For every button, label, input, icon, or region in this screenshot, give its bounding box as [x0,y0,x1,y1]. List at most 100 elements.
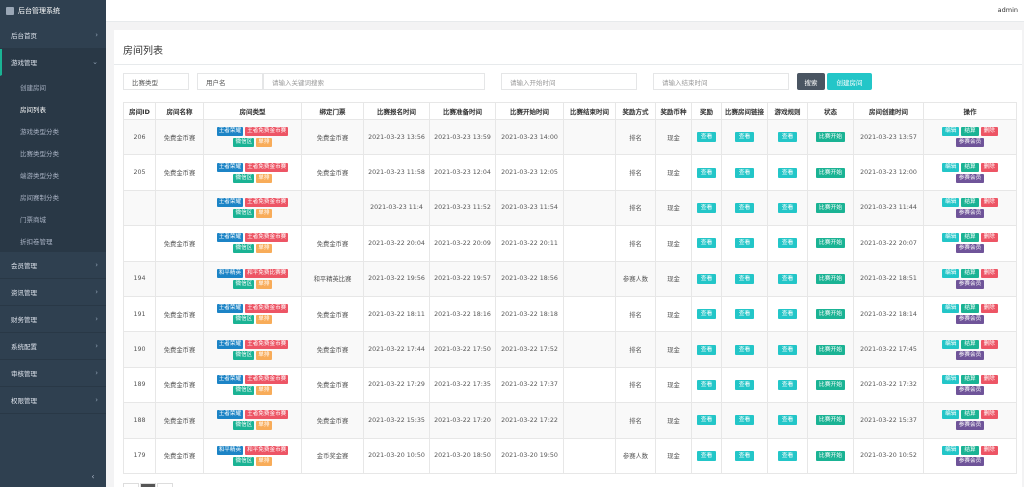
pagination-prev[interactable] [123,483,139,487]
edit-button[interactable]: 编辑 [942,374,960,384]
settle-button[interactable]: 结算 [961,410,979,420]
edit-button[interactable]: 编辑 [942,445,960,455]
delete-button[interactable]: 删除 [980,374,998,384]
view-room-link-button[interactable]: 查看 [734,379,755,390]
members-button[interactable]: 参赛会员 [955,279,985,289]
keyword-input[interactable]: 请输入关键词搜索 [263,73,485,90]
settle-button[interactable]: 结算 [961,339,979,349]
settle-button[interactable]: 结算 [961,233,979,243]
submenu-pc-game-type[interactable]: 端游类型分类 [0,164,106,186]
view-reward-button[interactable]: 查看 [696,132,717,143]
members-button[interactable]: 参赛会员 [955,350,985,360]
view-room-link-button[interactable]: 查看 [734,309,755,320]
status-badge[interactable]: 比赛开始 [815,132,846,143]
collapse-sidebar-icon[interactable]: ‹ [86,469,100,483]
sidebar-item-members[interactable]: 会员管理 › [0,252,106,279]
edit-button[interactable]: 编辑 [942,339,960,349]
submenu-ticket-store[interactable]: 门票商城 [0,208,106,230]
members-button[interactable]: 参赛会员 [955,456,985,466]
view-reward-button[interactable]: 查看 [696,273,717,284]
members-button[interactable]: 参赛会员 [955,138,985,148]
delete-button[interactable]: 删除 [980,162,998,172]
sidebar-item-game-management[interactable]: 游戏管理 ⌄ [0,49,106,76]
status-badge[interactable]: 比赛开始 [815,273,846,284]
view-room-link-button[interactable]: 查看 [734,450,755,461]
edit-button[interactable]: 编辑 [942,197,960,207]
view-room-link-button[interactable]: 查看 [734,202,755,213]
settle-button[interactable]: 结算 [961,374,979,384]
view-rules-button[interactable]: 查看 [777,344,798,355]
edit-button[interactable]: 编辑 [942,127,960,137]
status-badge[interactable]: 比赛开始 [815,450,846,461]
sidebar-item-news[interactable]: 资讯管理 › [0,279,106,306]
view-rules-button[interactable]: 查看 [777,450,798,461]
view-reward-button[interactable]: 查看 [696,309,717,320]
delete-button[interactable]: 删除 [980,268,998,278]
members-button[interactable]: 参赛会员 [955,421,985,431]
sidebar-item-finance[interactable]: 财务管理 › [0,306,106,333]
delete-button[interactable]: 删除 [980,304,998,314]
members-button[interactable]: 参赛会员 [955,385,985,395]
sidebar-item-home[interactable]: 后台首页 › [0,22,106,49]
view-reward-button[interactable]: 查看 [696,238,717,249]
view-rules-button[interactable]: 查看 [777,132,798,143]
submenu-create-room[interactable]: 创建房间 [0,76,106,98]
submenu-room-format[interactable]: 房间赛制分类 [0,186,106,208]
view-reward-button[interactable]: 查看 [696,379,717,390]
members-button[interactable]: 参赛会员 [955,208,985,218]
edit-button[interactable]: 编辑 [942,304,960,314]
delete-button[interactable]: 删除 [980,445,998,455]
view-room-link-button[interactable]: 查看 [734,344,755,355]
view-reward-button[interactable]: 查看 [696,450,717,461]
pagination-next[interactable] [157,483,173,487]
submenu-game-type[interactable]: 游戏类型分类 [0,120,106,142]
view-reward-button[interactable]: 查看 [696,415,717,426]
status-badge[interactable]: 比赛开始 [815,309,846,320]
view-room-link-button[interactable]: 查看 [734,415,755,426]
delete-button[interactable]: 删除 [980,197,998,207]
username-select[interactable]: 用户名 [197,73,263,90]
settle-button[interactable]: 结算 [961,268,979,278]
view-rules-button[interactable]: 查看 [777,273,798,284]
status-badge[interactable]: 比赛开始 [815,202,846,213]
view-room-link-button[interactable]: 查看 [734,167,755,178]
match-type-select[interactable]: 比赛类型 [123,73,189,90]
delete-button[interactable]: 删除 [980,233,998,243]
search-button[interactable]: 搜索 [797,73,825,90]
view-rules-button[interactable]: 查看 [777,238,798,249]
view-reward-button[interactable]: 查看 [696,167,717,178]
delete-button[interactable]: 删除 [980,410,998,420]
members-button[interactable]: 参赛会员 [955,244,985,254]
status-badge[interactable]: 比赛开始 [815,238,846,249]
view-rules-button[interactable]: 查看 [777,309,798,320]
members-button[interactable]: 参赛会员 [955,173,985,183]
status-badge[interactable]: 比赛开始 [815,167,846,178]
view-room-link-button[interactable]: 查看 [734,238,755,249]
start-time-input[interactable]: 请输入开始时间 [501,73,637,90]
sidebar-item-permission[interactable]: 权限管理 › [0,387,106,414]
settle-button[interactable]: 结算 [961,162,979,172]
members-button[interactable]: 参赛会员 [955,315,985,325]
settle-button[interactable]: 结算 [961,197,979,207]
settle-button[interactable]: 结算 [961,445,979,455]
view-rules-button[interactable]: 查看 [777,415,798,426]
sidebar-item-review[interactable]: 审核管理 › [0,360,106,387]
edit-button[interactable]: 编辑 [942,410,960,420]
submenu-room-list[interactable]: 房间列表 [0,98,106,120]
create-room-button[interactable]: 创建房间 [827,73,872,90]
view-reward-button[interactable]: 查看 [696,344,717,355]
edit-button[interactable]: 编辑 [942,268,960,278]
edit-button[interactable]: 编辑 [942,162,960,172]
settle-button[interactable]: 结算 [961,304,979,314]
sidebar-item-system[interactable]: 系统配置 › [0,333,106,360]
delete-button[interactable]: 删除 [980,339,998,349]
edit-button[interactable]: 编辑 [942,233,960,243]
status-badge[interactable]: 比赛开始 [815,344,846,355]
view-rules-button[interactable]: 查看 [777,202,798,213]
view-room-link-button[interactable]: 查看 [734,273,755,284]
view-rules-button[interactable]: 查看 [777,167,798,178]
view-reward-button[interactable]: 查看 [696,202,717,213]
user-menu[interactable]: admin [998,6,1018,14]
delete-button[interactable]: 删除 [980,127,998,137]
view-rules-button[interactable]: 查看 [777,379,798,390]
